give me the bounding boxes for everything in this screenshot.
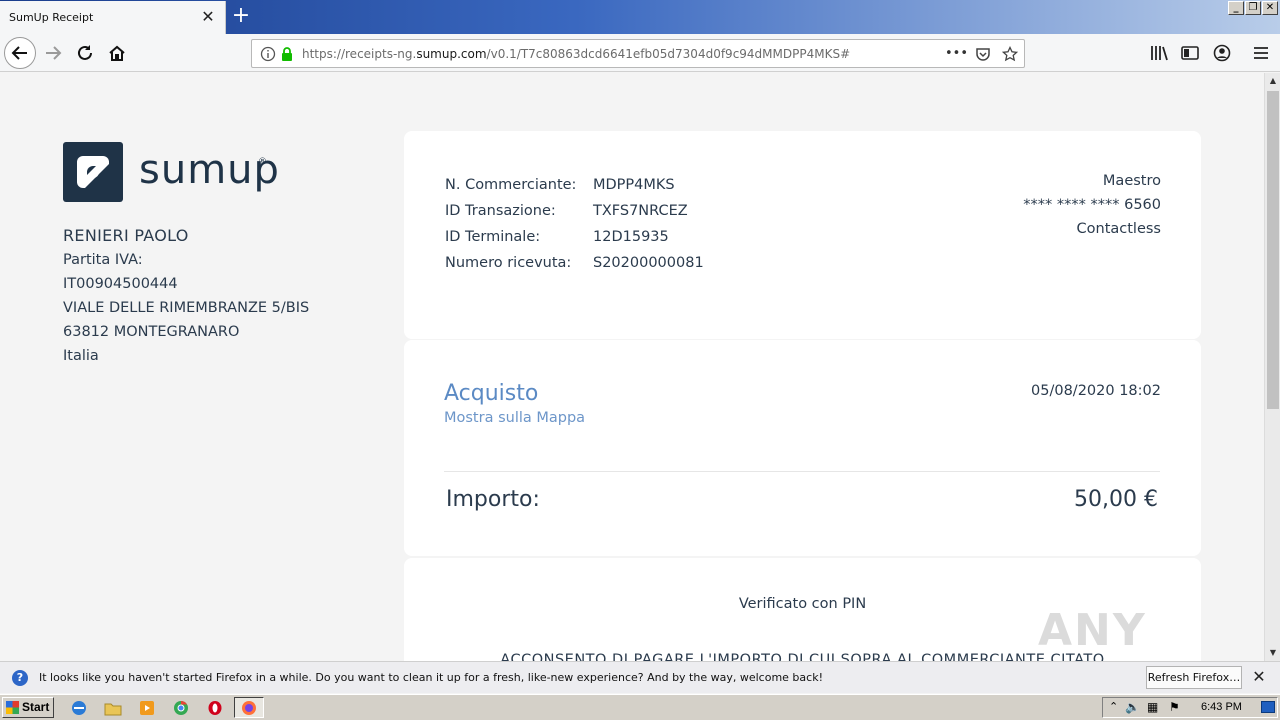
media-player-icon[interactable] xyxy=(136,698,158,718)
field-value: MDPP4MKS xyxy=(593,177,675,193)
show-on-map-link[interactable]: Mostra sulla Mappa xyxy=(444,410,585,426)
field-value: 12D15935 xyxy=(593,229,669,245)
purchase-card: Acquisto Mostra sulla Mappa 05/08/2020 1… xyxy=(404,340,1201,556)
amount-value: 50,00 € xyxy=(1074,487,1158,512)
sidebar-icon[interactable] xyxy=(1180,43,1200,63)
sumup-logo xyxy=(63,142,123,202)
start-button[interactable]: Start xyxy=(2,697,54,718)
tray-expand-icon[interactable]: ⌃ xyxy=(1109,700,1118,713)
reload-button[interactable] xyxy=(71,39,99,67)
vat-label: Partita IVA: xyxy=(63,252,143,268)
scroll-thumb[interactable] xyxy=(1267,91,1279,409)
home-icon xyxy=(109,45,125,61)
info-icon[interactable] xyxy=(260,46,276,62)
field-row: ID Transazione: TXFS7NRCEZ xyxy=(445,198,704,224)
volume-icon[interactable]: 🔈 xyxy=(1125,700,1140,714)
opera-icon[interactable] xyxy=(204,698,226,718)
merchant-city: 63812 MONTEGRANARO xyxy=(63,324,240,340)
chrome-icon[interactable] xyxy=(170,698,192,718)
back-button[interactable] xyxy=(4,37,36,69)
card-info: Maestro **** **** **** 6560 Contactless xyxy=(1023,169,1161,241)
windows-flag-icon xyxy=(6,701,19,714)
tab-sumup-receipt[interactable]: SumUp Receipt ✕ xyxy=(0,1,226,34)
sumup-logo-icon xyxy=(77,156,109,188)
field-row: ID Terminale: 12D15935 xyxy=(445,224,704,250)
new-tab-plus-icon[interactable]: + xyxy=(229,4,253,28)
library-icon[interactable] xyxy=(1149,43,1169,63)
show-desktop-icon[interactable] xyxy=(1261,701,1275,713)
clock: 6:43 PM xyxy=(1201,701,1242,713)
vertical-scrollbar[interactable]: ▲ ▼ xyxy=(1264,73,1280,661)
back-arrow-icon xyxy=(11,46,27,60)
folder-icon[interactable] xyxy=(102,698,124,718)
restore-button[interactable]: ❐ xyxy=(1245,1,1261,15)
divider xyxy=(444,471,1160,472)
taskbar: Start ⌃ 🔈 ▦ ⚑ 6:43 PM xyxy=(0,694,1280,720)
firefox-taskbar-button[interactable] xyxy=(234,697,264,718)
forward-arrow-icon xyxy=(46,46,62,60)
url-bar[interactable]: https://receipts-ng.sumup.com/v0.1/T7c80… xyxy=(251,39,1025,68)
question-icon: ? xyxy=(12,670,28,686)
account-icon[interactable] xyxy=(1212,43,1232,63)
transaction-card: N. Commerciante: MDPP4MKS ID Transazione:… xyxy=(404,131,1201,339)
field-row: N. Commerciante: MDPP4MKS xyxy=(445,172,704,198)
field-label: Numero ricevuta: xyxy=(445,255,572,271)
field-row: Numero ricevuta: S20200000081 xyxy=(445,250,704,276)
pocket-icon[interactable] xyxy=(975,46,991,62)
purchase-datetime: 05/08/2020 18:02 xyxy=(1031,383,1161,399)
entry-mode: Contactless xyxy=(1076,221,1161,237)
window-close-button[interactable]: ✕ xyxy=(1262,1,1278,15)
url-text[interactable]: https://receipts-ng.sumup.com/v0.1/T7c80… xyxy=(302,47,850,61)
lock-icon[interactable] xyxy=(279,46,295,62)
start-label: Start xyxy=(22,700,50,714)
ie-icon[interactable] xyxy=(68,698,90,718)
system-tray: ⌃ 🔈 ▦ ⚑ 6:43 PM xyxy=(1102,697,1278,718)
registered-mark: ® xyxy=(258,157,267,167)
bookmark-star-icon[interactable] xyxy=(1002,46,1018,62)
tab-bar: SumUp Receipt ✕ + _ ❐ ✕ xyxy=(0,0,1280,34)
merchant-details: RENIERI PAOLO Partita IVA: IT00904500444… xyxy=(63,224,309,368)
field-label: ID Transazione: xyxy=(445,203,556,219)
page-actions-more-icon[interactable]: ••• xyxy=(945,46,968,61)
card-type: Maestro xyxy=(1102,173,1161,189)
window-controls: _ ❐ ✕ xyxy=(1228,1,1278,17)
network-icon[interactable]: ▦ xyxy=(1147,700,1158,714)
transaction-fields: N. Commerciante: MDPP4MKS ID Transazione:… xyxy=(445,172,704,276)
merchant-name: RENIERI PAOLO xyxy=(63,226,189,245)
vat-number: IT00904500444 xyxy=(63,276,178,292)
close-icon[interactable]: ✕ xyxy=(1250,668,1268,686)
forward-button[interactable] xyxy=(39,39,67,67)
tab-title: SumUp Receipt xyxy=(9,11,94,24)
firefox-icon xyxy=(242,701,256,715)
card-number: **** **** **** 6560 xyxy=(1023,197,1161,213)
notification-bar: ? It looks like you haven't started Fire… xyxy=(0,661,1280,693)
merchant-address: VIALE DELLE RIMEMBRANZE 5/BIS xyxy=(63,300,310,316)
page-content: sumup ® RENIERI PAOLO Partita IVA: IT009… xyxy=(0,73,1264,661)
purchase-title: Acquisto xyxy=(444,381,539,406)
scroll-up-arrow-icon[interactable]: ▲ xyxy=(1265,73,1280,89)
reload-icon xyxy=(78,45,92,60)
menu-hamburger-icon[interactable] xyxy=(1251,43,1271,63)
anyrun-watermark: ANY RUN xyxy=(1038,605,1148,661)
field-value: TXFS7NRCEZ xyxy=(593,203,688,219)
merchant-country: Italia xyxy=(63,348,99,364)
field-label: ID Terminale: xyxy=(445,229,541,245)
flag-icon[interactable]: ⚑ xyxy=(1169,700,1180,714)
refresh-firefox-button[interactable]: Refresh Firefox… xyxy=(1146,666,1242,689)
notification-text: It looks like you haven't started Firefo… xyxy=(39,671,823,684)
nav-bar: https://receipts-ng.sumup.com/v0.1/T7c80… xyxy=(0,34,1280,72)
field-label: N. Commerciante: xyxy=(445,177,577,193)
minimize-button[interactable]: _ xyxy=(1228,1,1244,15)
scroll-down-arrow-icon[interactable]: ▼ xyxy=(1265,645,1280,661)
close-icon[interactable]: ✕ xyxy=(198,6,218,28)
field-value: S20200000081 xyxy=(593,255,704,271)
amount-label: Importo: xyxy=(446,487,540,512)
logo-wordmark: sumup xyxy=(139,147,280,193)
home-button[interactable] xyxy=(103,39,131,67)
